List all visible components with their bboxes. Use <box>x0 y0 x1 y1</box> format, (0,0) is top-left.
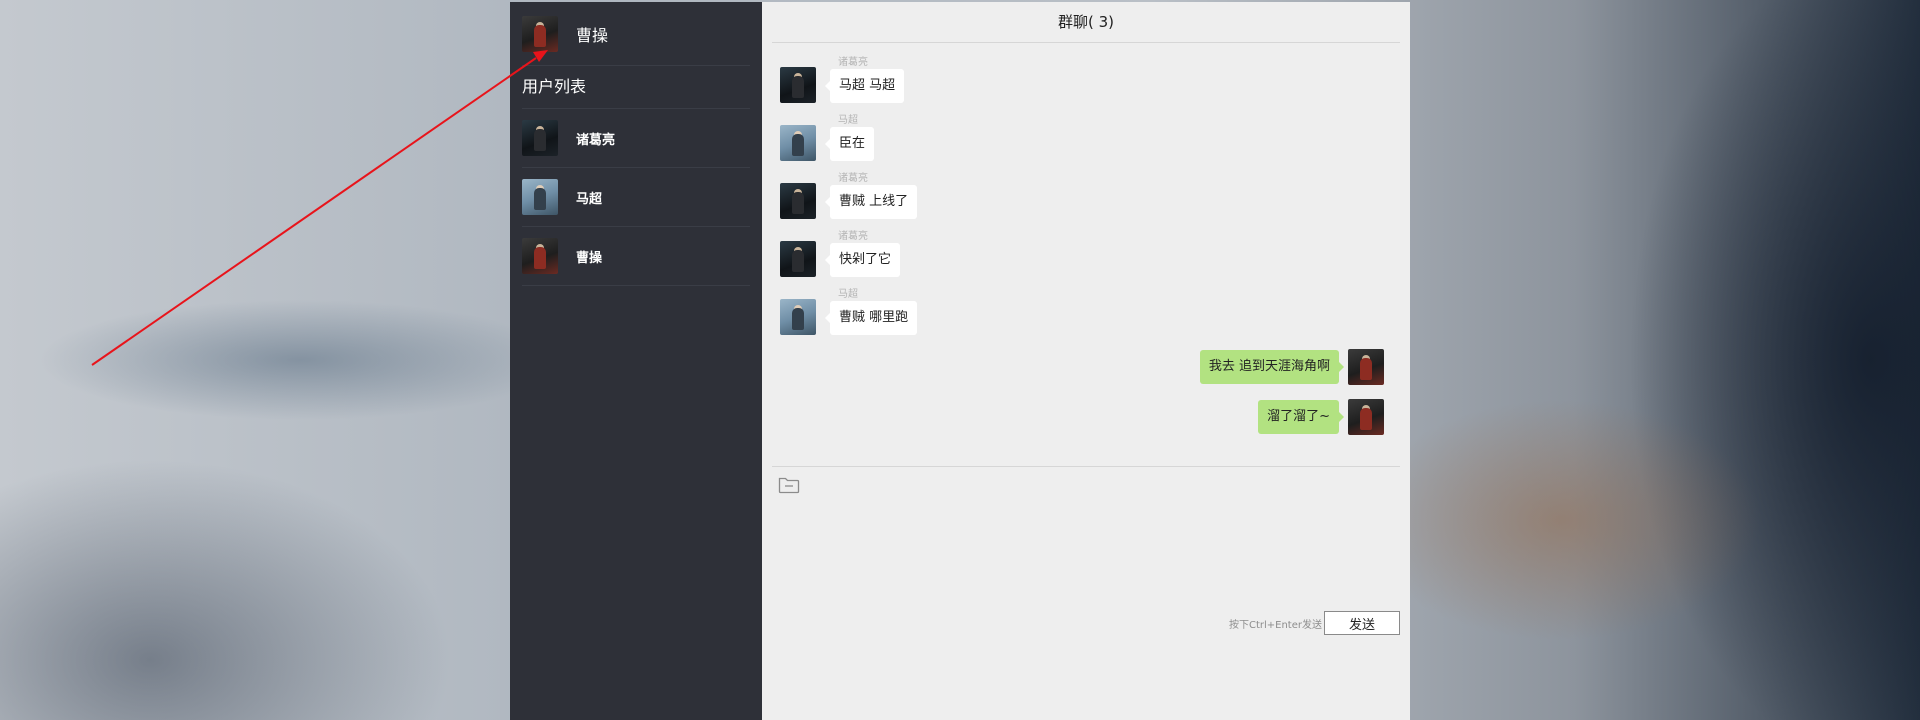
sender-name: 诸葛亮 <box>838 173 868 184</box>
avatar-figure <box>534 247 546 269</box>
own-message-item: 我去 追到天涯海角啊 <box>772 349 1400 385</box>
message-body: 马超 臣在 <box>824 114 875 161</box>
avatar-figure <box>792 76 804 98</box>
sender-name: 诸葛亮 <box>838 57 868 68</box>
input-toolbar <box>772 467 1400 497</box>
message-item: 马超 臣在 <box>772 103 1400 161</box>
current-user-name: 曹操 <box>576 25 609 45</box>
message-list[interactable]: 诸葛亮 马超 马超 马超 臣在 诸葛亮 曹贼 上线了 诸葛亮 快剁了它 马超 曹… <box>772 43 1400 467</box>
chat-title: 群聊( 3) <box>772 2 1400 43</box>
own-message-bubble: 溜了溜了~ <box>1258 400 1344 434</box>
user-list-item[interactable]: 马超 <box>522 168 750 227</box>
sender-name: 马超 <box>838 289 858 300</box>
message-bubble: 曹贼 哪里跑 <box>824 301 918 335</box>
send-area: 按下Ctrl+Enter发送 发送 <box>1229 611 1400 635</box>
avatar-figure <box>534 188 546 210</box>
user-avatar <box>522 120 558 156</box>
message-item: 马超 曹贼 哪里跑 <box>772 277 1400 335</box>
message-body: 诸葛亮 马超 马超 <box>824 56 905 103</box>
avatar-figure <box>792 308 804 330</box>
user-list-item[interactable]: 诸葛亮 <box>522 109 750 168</box>
message-bubble: 马超 马超 <box>824 69 905 103</box>
sender-avatar[interactable] <box>780 241 816 277</box>
avatar-figure <box>792 250 804 272</box>
own-message-item: 溜了溜了~ <box>772 399 1400 435</box>
sender-name: 诸葛亮 <box>838 231 868 242</box>
own-avatar[interactable] <box>1348 399 1384 435</box>
avatar-figure <box>792 134 804 156</box>
sender-avatar[interactable] <box>780 299 816 335</box>
send-button[interactable]: 发送 <box>1324 611 1400 635</box>
user-list-item[interactable]: 曹操 <box>522 227 750 286</box>
sidebar: 曹操 用户列表 诸葛亮 马超 曹操 <box>510 2 762 720</box>
avatar-figure <box>1360 408 1372 430</box>
chat-panel: 群聊( 3) 诸葛亮 马超 马超 马超 臣在 诸葛亮 曹贼 上线了 诸葛亮 快剁… <box>762 2 1410 720</box>
sender-avatar[interactable] <box>780 183 816 219</box>
user-avatar <box>522 179 558 215</box>
current-user-header: 曹操 <box>522 2 750 66</box>
user-name: 诸葛亮 <box>576 132 616 148</box>
send-shortcut-hint: 按下Ctrl+Enter发送 <box>1228 619 1322 631</box>
message-body: 诸葛亮 快剁了它 <box>824 230 901 277</box>
message-bubble: 臣在 <box>824 127 875 161</box>
user-avatar <box>522 238 558 274</box>
avatar-figure <box>534 24 546 47</box>
current-user-avatar[interactable] <box>522 15 558 52</box>
annotation-arrow-line <box>91 57 537 366</box>
avatar-figure <box>792 192 804 214</box>
avatar-figure <box>1360 358 1372 380</box>
own-avatar[interactable] <box>1348 349 1384 385</box>
own-message-bubble: 我去 追到天涯海角啊 <box>1199 350 1345 384</box>
sender-avatar[interactable] <box>780 67 816 103</box>
user-name: 曹操 <box>576 250 603 266</box>
chat-app-window: 曹操 用户列表 诸葛亮 马超 曹操 群聊( 3) 诸葛亮 马超 马超 马超 臣在… <box>510 2 1410 720</box>
message-item: 诸葛亮 马超 马超 <box>772 45 1400 103</box>
sender-avatar[interactable] <box>780 125 816 161</box>
message-bubble: 曹贼 上线了 <box>824 185 918 219</box>
message-bubble: 快剁了它 <box>824 243 901 277</box>
folder-icon-glyph <box>778 477 800 494</box>
folder-icon[interactable] <box>778 475 800 499</box>
avatar-figure <box>534 129 546 151</box>
sender-name: 马超 <box>838 115 858 126</box>
message-body: 诸葛亮 曹贼 上线了 <box>824 172 918 219</box>
message-item: 诸葛亮 快剁了它 <box>772 219 1400 277</box>
user-list-title: 用户列表 <box>522 66 750 109</box>
user-name: 马超 <box>576 191 603 207</box>
message-item: 诸葛亮 曹贼 上线了 <box>772 161 1400 219</box>
message-body: 马超 曹贼 哪里跑 <box>824 288 918 335</box>
